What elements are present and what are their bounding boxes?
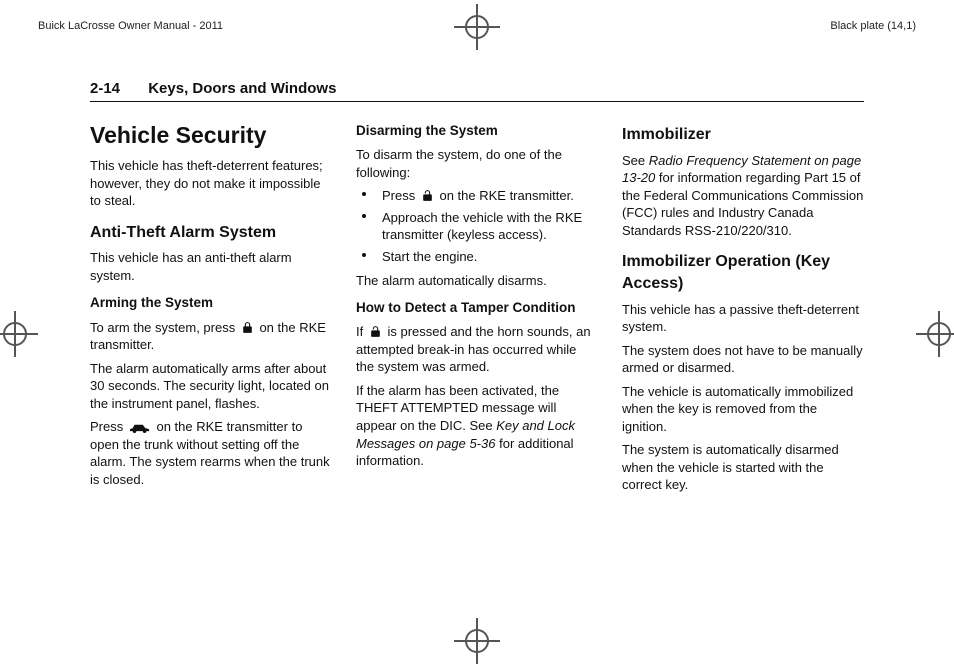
heading-vehicle-security: Vehicle Security [90, 120, 332, 151]
body-text: The system does not have to be manually … [622, 342, 864, 377]
page-number: 2-14 [90, 80, 120, 97]
bullet-icon [362, 192, 366, 196]
heading-immobilizer-op: Immobilizer Operation (Key Access) [622, 251, 864, 294]
body-text: To disarm the system, do one of the foll… [356, 146, 598, 181]
body-text: If is pressed and the horn sounds, an at… [356, 323, 598, 376]
body-text: To arm the system, press on the RKE tran… [90, 319, 332, 354]
text-fragment: for information regarding Part 15 of the… [622, 170, 863, 238]
text-fragment: Approach the vehicle with the RKE transm… [382, 210, 582, 243]
column-1: Vehicle Security This vehicle has theft-… [90, 112, 332, 500]
body-text: Press on the RKE transmitter to open the… [90, 418, 332, 488]
text-fragment: on the RKE transmitter. [439, 188, 573, 203]
unlock-icon [369, 325, 382, 338]
heading-disarming: Disarming the System [356, 122, 598, 140]
text-fragment: To arm the system, press [90, 320, 239, 335]
bullet-list: Press on the RKE transmitter. Approach t… [356, 187, 598, 265]
manual-title: Buick LaCrosse Owner Manual - 2011 [38, 20, 223, 32]
unlock-icon [421, 189, 434, 202]
body-text: The alarm automatically arms after about… [90, 360, 332, 413]
text-fragment: Start the engine. [382, 249, 477, 264]
body-text: This vehicle has a passive theft-deterre… [622, 301, 864, 336]
text-fragment: is pressed and the horn sounds, an attem… [356, 324, 591, 374]
list-item: Start the engine. [356, 248, 598, 266]
heading-immobilizer: Immobilizer [622, 124, 864, 146]
body-text: The vehicle is automatically immobilized… [622, 383, 864, 436]
text-fragment: See [622, 153, 649, 168]
crop-mark-bottom-icon [454, 618, 500, 664]
body-text: This vehicle has theft-deterrent feature… [90, 157, 332, 210]
column-2: Disarming the System To disarm the syste… [356, 112, 598, 500]
crop-mark-right-icon [916, 311, 954, 357]
header-rule [90, 101, 864, 102]
list-item: Press on the RKE transmitter. [356, 187, 598, 205]
body-text: The system is automatically disarmed whe… [622, 441, 864, 494]
heading-arming: Arming the System [90, 294, 332, 312]
crop-mark-left-icon [0, 311, 38, 357]
column-3: Immobilizer See Radio Frequency Statemen… [622, 112, 864, 500]
heading-tamper: How to Detect a Tamper Condition [356, 299, 598, 317]
body-text: This vehicle has an anti-theft alarm sys… [90, 249, 332, 284]
page-content: 2-14 Keys, Doors and Windows Vehicle Sec… [90, 80, 864, 500]
body-text: If the alarm has been activated, the THE… [356, 382, 598, 470]
lock-icon [241, 321, 254, 334]
text-fragment: Press [382, 188, 419, 203]
list-item: Approach the vehicle with the RKE transm… [356, 209, 598, 244]
section-title: Keys, Doors and Windows [148, 80, 336, 97]
crop-mark-top-icon [454, 4, 500, 50]
car-trunk-icon [129, 422, 151, 433]
text-fragment: Press [90, 419, 127, 434]
text-fragment: If [356, 324, 367, 339]
black-plate-label: Black plate (14,1) [830, 20, 916, 32]
bullet-icon [362, 214, 366, 218]
bullet-icon [362, 253, 366, 257]
body-text: See Radio Frequency Statement on page 13… [622, 152, 864, 240]
body-text: The alarm automatically disarms. [356, 272, 598, 290]
heading-anti-theft: Anti-Theft Alarm System [90, 222, 332, 244]
